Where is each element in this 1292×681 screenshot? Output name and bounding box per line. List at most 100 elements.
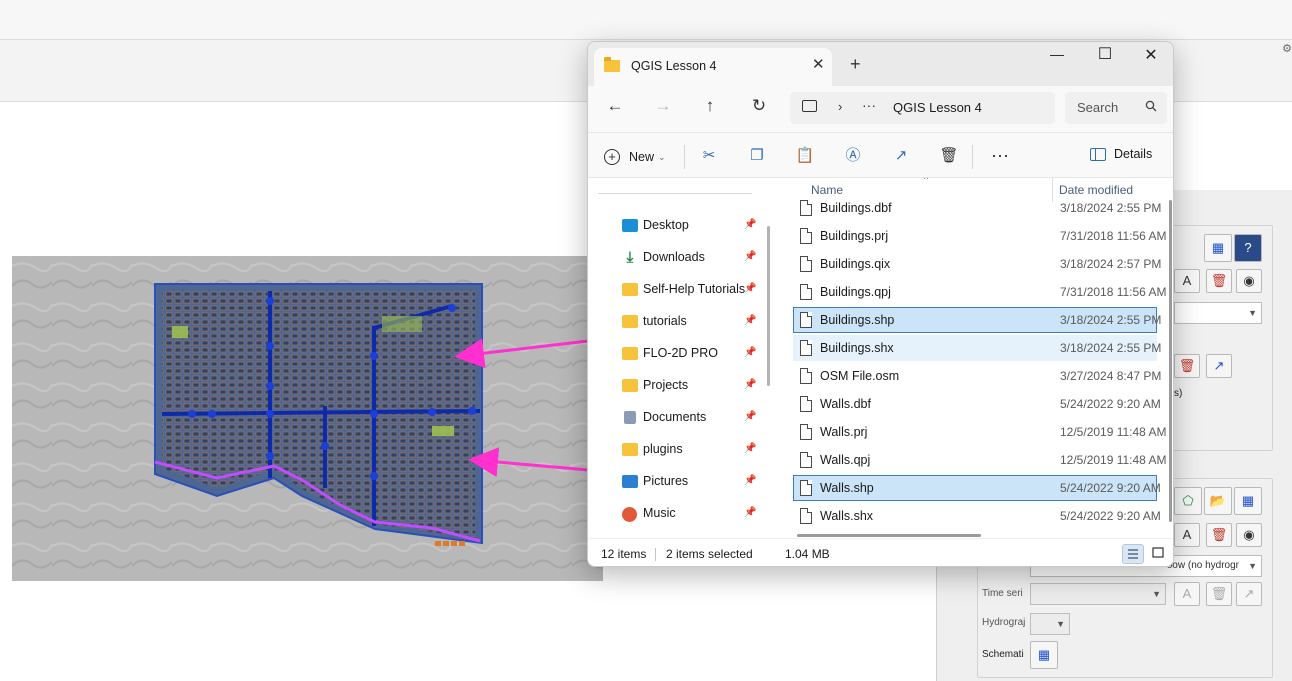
rename-icon[interactable]: Ⓐ <box>842 145 864 167</box>
upper-combo[interactable]: ▼ <box>1174 302 1262 324</box>
file-row[interactable]: Buildings.qpj 7/31/2018 11:56 AM <box>793 279 1167 305</box>
file-icon <box>800 424 812 440</box>
close-tab-icon[interactable]: ✕ <box>812 55 825 73</box>
search-placeholder: Search <box>1077 100 1119 115</box>
schematic-icon[interactable]: ▦ <box>1030 641 1058 669</box>
file-row[interactable]: Walls.shp 5/24/2022 9:20 AM <box>793 475 1161 501</box>
nav-item-downloads[interactable]: ⤓ Downloads 📌 <box>588 242 764 274</box>
nav-item-music[interactable]: Music 📌 <box>588 498 764 530</box>
tab-qgis-lesson-4[interactable]: QGIS Lesson 4 ✕ <box>594 48 832 86</box>
file-row[interactable]: Walls.shx 5/24/2022 9:20 AM <box>793 503 1161 529</box>
polygon-icon[interactable]: ⬠ <box>1174 487 1202 515</box>
edit-line-icon[interactable]: ↗ <box>1206 354 1232 378</box>
documents-icon <box>624 411 636 424</box>
file-date-modified: 5/24/2022 9:20 AM <box>1060 481 1161 495</box>
delete-icon[interactable]: 🗑 <box>938 145 960 167</box>
pin-icon[interactable]: 📌 <box>744 251 756 262</box>
new-tab-icon[interactable]: + <box>850 54 861 75</box>
file-row[interactable]: Buildings.prj 7/31/2018 11:56 AM <box>793 223 1167 249</box>
style-icon-2[interactable]: A <box>1174 523 1200 547</box>
file-row[interactable]: OSM File.osm 3/27/2024 8:47 PM <box>793 363 1161 389</box>
folder-icon <box>622 315 638 328</box>
up-arrow-icon[interactable]: ↑ <box>696 96 724 116</box>
help-icon[interactable]: ? <box>1234 234 1262 262</box>
nav-item-desktop[interactable]: Desktop 📌 <box>588 210 764 242</box>
file-name: Buildings.qix <box>820 257 891 271</box>
pin-icon[interactable]: 📌 <box>744 379 756 390</box>
edit-line-icon-2[interactable]: ↗ <box>1236 582 1262 606</box>
minimize-icon[interactable]: — <box>1034 46 1080 62</box>
refresh-icon[interactable]: ↻ <box>745 96 773 116</box>
nav-item-plugins[interactable]: plugins 📌 <box>588 434 764 466</box>
file-name: Buildings.shp <box>820 313 895 327</box>
breadcrumb-current[interactable]: QGIS Lesson 4 <box>893 100 982 115</box>
pin-icon[interactable]: 📌 <box>744 219 756 230</box>
details-view-button[interactable] <box>1122 544 1144 564</box>
nav-item-flo-2d-pro[interactable]: FLO-2D PRO 📌 <box>588 338 764 370</box>
file-list: ^ Name Date modified Buildings.dbf 3/18/2… <box>779 178 1173 538</box>
pin-icon[interactable]: 📌 <box>744 443 756 454</box>
delete-icon-3[interactable]: 🗑 <box>1206 523 1232 547</box>
search-box[interactable]: Search <box>1065 92 1167 124</box>
forward-arrow-icon[interactable]: → <box>649 96 677 116</box>
address-bar[interactable]: › ··· QGIS Lesson 4 <box>790 92 1055 124</box>
style-icon[interactable]: A <box>1174 269 1200 293</box>
file-row[interactable]: Walls.dbf 5/24/2022 9:20 AM <box>793 391 1161 417</box>
hydrograph-combo[interactable]: ▼ <box>1030 613 1070 635</box>
more-options-icon[interactable]: ⋯ <box>989 145 1011 167</box>
maximize-icon[interactable]: ☐ <box>1082 44 1128 64</box>
file-row[interactable]: Walls.prj 12/5/2019 11:48 AM <box>793 419 1167 445</box>
pin-icon[interactable]: 📌 <box>744 347 756 358</box>
list-view-icon <box>1128 549 1138 559</box>
details-button[interactable]: Details <box>1090 147 1152 161</box>
paste-icon[interactable]: 📋 <box>794 145 816 167</box>
file-icon <box>800 256 812 272</box>
nav-item-documents[interactable]: Documents 📌 <box>588 402 764 434</box>
nav-scrollbar[interactable] <box>767 226 770 386</box>
nav-item-vi[interactable]: Vi... <box>588 530 764 538</box>
grid-delete-icon-2[interactable]: ▦ <box>1234 487 1262 515</box>
close-window-icon[interactable]: ✕ <box>1128 45 1173 65</box>
eye-icon[interactable]: ◉ <box>1236 269 1262 293</box>
back-arrow-icon[interactable]: ← <box>601 96 629 116</box>
file-list-horizontal-scrollbar[interactable] <box>797 534 981 537</box>
nav-item-self-help-tutorials[interactable]: Self-Help Tutorials 📌 <box>588 274 764 306</box>
breadcrumb-overflow[interactable]: ··· <box>862 97 876 113</box>
file-row[interactable]: Buildings.shx 3/18/2024 2:55 PM <box>793 335 1161 361</box>
nav-item-tutorials[interactable]: tutorials 📌 <box>588 306 764 338</box>
eye-icon-2[interactable]: ◉ <box>1236 523 1262 547</box>
cut-icon[interactable]: ✂ <box>698 145 720 167</box>
grid-delete-icon[interactable]: ▦ <box>1204 234 1232 262</box>
nav-item-pictures[interactable]: Pictures 📌 <box>588 466 764 498</box>
new-button[interactable]: + New ⌄ <box>604 147 666 167</box>
nav-item-projects[interactable]: Projects 📌 <box>588 370 764 402</box>
file-row[interactable]: Buildings.qix 3/18/2024 2:57 PM <box>793 251 1161 277</box>
delete-icon-2[interactable]: 🗑 <box>1174 354 1200 378</box>
selection-count: 2 items selected <box>666 547 753 561</box>
file-row[interactable]: Walls.qpj 12/5/2019 11:48 AM <box>793 447 1167 473</box>
nav-item-label: Pictures <box>643 474 689 488</box>
file-name: Walls.dbf <box>820 397 871 411</box>
pin-icon[interactable]: 📌 <box>744 475 756 486</box>
style-icon-3[interactable]: A <box>1174 582 1200 606</box>
nav-item-label: Desktop <box>643 218 689 232</box>
file-list-vertical-scrollbar[interactable] <box>1169 200 1172 522</box>
pin-icon[interactable]: 📌 <box>744 315 756 326</box>
status-divider <box>655 548 656 561</box>
pin-icon[interactable]: 📌 <box>744 283 756 294</box>
nav-item-label: tutorials <box>643 314 687 328</box>
tiles-view-button[interactable] <box>1148 544 1170 564</box>
delete-icon[interactable]: 🗑 <box>1206 269 1232 293</box>
file-row[interactable]: Buildings.dbf 3/18/2024 2:55 PM <box>793 195 1161 221</box>
share-icon[interactable]: ↗ <box>890 145 912 167</box>
open-folder-icon[interactable]: 📂 <box>1204 487 1232 515</box>
folder-icon <box>622 443 638 456</box>
delete-icon-4[interactable]: 🗑 <box>1206 582 1232 606</box>
pin-icon[interactable]: 📌 <box>744 411 756 422</box>
status-bar: 12 items 2 items selected 1.04 MB <box>588 538 1173 566</box>
copy-icon[interactable]: ❐ <box>746 145 768 167</box>
file-date-modified: 12/5/2019 11:48 AM <box>1060 425 1167 439</box>
pin-icon[interactable]: 📌 <box>744 507 756 518</box>
file-row[interactable]: Buildings.shp 3/18/2024 2:55 PM <box>793 307 1161 333</box>
time-series-combo[interactable]: ▼ <box>1030 583 1166 605</box>
